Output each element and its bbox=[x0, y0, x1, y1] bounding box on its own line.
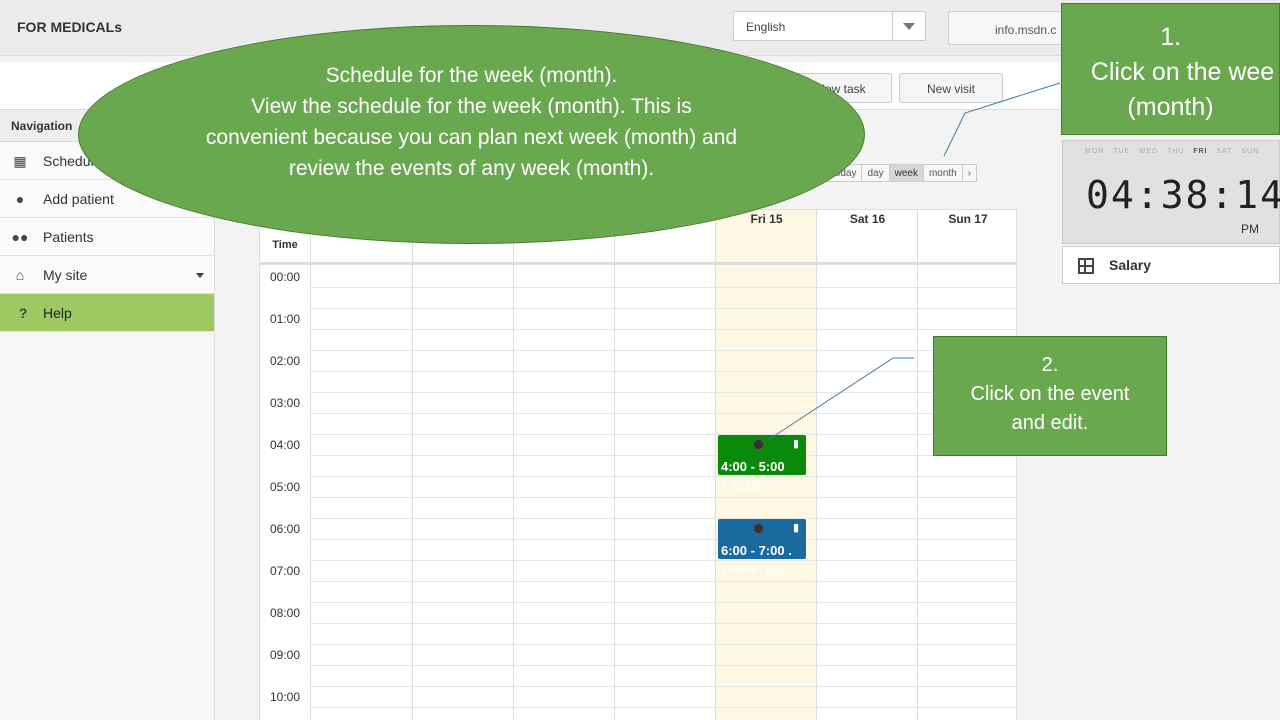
grid-line bbox=[310, 308, 1016, 309]
week-view-button[interactable]: week bbox=[888, 164, 924, 182]
grid-line bbox=[310, 434, 1016, 435]
weekday-label: WED bbox=[1138, 148, 1159, 155]
weekday-label: THU bbox=[1166, 148, 1185, 155]
time-label: 07:00 bbox=[269, 564, 301, 578]
question-icon: ? bbox=[18, 305, 28, 321]
schedule-tip-bubble: Schedule for the week (month). View the … bbox=[78, 25, 865, 244]
sidebar-item-label: Help bbox=[43, 305, 72, 321]
grid-line bbox=[310, 455, 1016, 456]
grid-line bbox=[310, 602, 1016, 603]
sidebar-item-label: My site bbox=[43, 267, 88, 283]
calendar-event[interactable]: ▮ 6:00 - 7:00 . bbox=[718, 519, 806, 559]
home-icon: ⌂ bbox=[15, 267, 25, 283]
time-label: 01:00 bbox=[269, 312, 301, 326]
salary-label: Salary bbox=[1109, 257, 1152, 273]
clock-ampm: PM bbox=[1241, 222, 1259, 236]
brand-logo: FOR MEDICALs bbox=[17, 19, 122, 35]
chevron-down-icon bbox=[196, 273, 204, 278]
calendar-view-controls: today day week month › bbox=[826, 164, 978, 182]
day-header: Sat 16 bbox=[849, 212, 886, 226]
salary-link[interactable]: Salary bbox=[1062, 246, 1280, 284]
time-label: 03:00 bbox=[269, 396, 301, 410]
language-select[interactable]: English bbox=[733, 11, 926, 41]
grid-line bbox=[310, 707, 1016, 708]
grid-line bbox=[310, 686, 1016, 687]
grid-line bbox=[310, 413, 1016, 414]
trash-icon[interactable]: ▮ bbox=[793, 437, 799, 450]
step-number: 2. bbox=[1041, 354, 1059, 376]
grid-line bbox=[310, 497, 1016, 498]
event-subtitle: Theme: Buy bbox=[721, 563, 786, 577]
grid-line bbox=[310, 329, 1016, 330]
grid-line bbox=[310, 539, 1016, 540]
new-visit-button[interactable]: New visit bbox=[899, 73, 1003, 103]
week-calendar: Fri 15 Sat 16 Sun 17 Time 00:00 01:00 02… bbox=[259, 209, 1017, 720]
sidebar-item-label: Add patient bbox=[43, 191, 114, 207]
step-text: Click on the wee bbox=[1090, 58, 1275, 86]
tip-title: Schedule for the week (month). bbox=[325, 64, 618, 87]
tip-text: View the schedule for the week (month). … bbox=[205, 95, 738, 180]
grid-line bbox=[310, 581, 1016, 582]
step-number: 1. bbox=[1160, 23, 1181, 51]
time-label: 02:00 bbox=[269, 354, 301, 368]
step-text: Click on the event bbox=[970, 383, 1130, 405]
time-label: 04:00 bbox=[269, 438, 301, 452]
grid-line bbox=[310, 392, 1016, 393]
grid-line bbox=[310, 560, 1016, 561]
time-label: 06:00 bbox=[269, 522, 301, 536]
language-value: English bbox=[746, 20, 786, 34]
event-time: 6:00 - 7:00 . bbox=[721, 543, 792, 558]
chevron-down-icon[interactable] bbox=[892, 12, 925, 40]
event-subtitle: 7 32230 bbox=[721, 479, 765, 493]
calendar-icon: ▦ bbox=[13, 153, 27, 169]
grid-line bbox=[310, 476, 1016, 477]
users-icon: ●● bbox=[11, 229, 29, 245]
calculator-icon bbox=[1078, 258, 1094, 274]
trash-icon[interactable]: ▮ bbox=[793, 521, 799, 534]
clock-time: 04:38:14 bbox=[1086, 173, 1280, 217]
step1-callout: 1. Click on the wee (month) bbox=[1061, 3, 1280, 135]
user-icon: ● bbox=[15, 191, 25, 207]
check-icon[interactable] bbox=[753, 439, 764, 450]
time-label: 10:00 bbox=[269, 690, 301, 704]
grid-line bbox=[310, 371, 1016, 372]
sidebar-item-patients[interactable]: ●● Patients bbox=[0, 218, 214, 256]
weekday-label-active: FRI bbox=[1193, 148, 1208, 155]
check-icon[interactable] bbox=[753, 523, 764, 534]
step-text: and edit. bbox=[1011, 412, 1089, 434]
sidebar-item-help[interactable]: ? Help bbox=[0, 294, 214, 332]
step2-callout: 2. Click on the event and edit. bbox=[933, 336, 1167, 456]
day-view-button[interactable]: day bbox=[861, 164, 890, 182]
step-text: (month) bbox=[1127, 93, 1214, 121]
weekday-strip: MON TUE WED THU FRI SAT SUN bbox=[1085, 148, 1259, 155]
next-arrow-icon[interactable]: › bbox=[961, 164, 978, 182]
grid-line bbox=[310, 665, 1016, 666]
sidebar-item-my-site[interactable]: ⌂ My site bbox=[0, 256, 214, 294]
month-view-button[interactable]: month bbox=[922, 164, 963, 182]
calendar-event[interactable]: ▮ 4:00 - 5:00 bbox=[718, 435, 806, 475]
weekday-label: MON bbox=[1085, 148, 1105, 155]
event-time: 4:00 - 5:00 bbox=[721, 459, 785, 474]
weekday-label: TUE bbox=[1113, 148, 1131, 155]
day-header: Sun 17 bbox=[948, 212, 988, 226]
time-label: 09:00 bbox=[269, 648, 301, 662]
time-label: 05:00 bbox=[269, 480, 301, 494]
digital-clock: MON TUE WED THU FRI SAT SUN 04:38:14 PM bbox=[1062, 140, 1280, 244]
time-label: 00:00 bbox=[269, 270, 301, 284]
account-email-button[interactable]: info.msdn.c bbox=[948, 11, 1078, 45]
grid-line bbox=[310, 350, 1016, 351]
weekday-label: SAT bbox=[1216, 148, 1233, 155]
sidebar-item-label: Patients bbox=[43, 229, 94, 245]
grid-line bbox=[310, 623, 1016, 624]
grid-line bbox=[310, 518, 1016, 519]
grid-line bbox=[310, 644, 1016, 645]
time-label: 08:00 bbox=[269, 606, 301, 620]
weekday-label: SUN bbox=[1241, 148, 1260, 155]
grid-line bbox=[310, 287, 1016, 288]
